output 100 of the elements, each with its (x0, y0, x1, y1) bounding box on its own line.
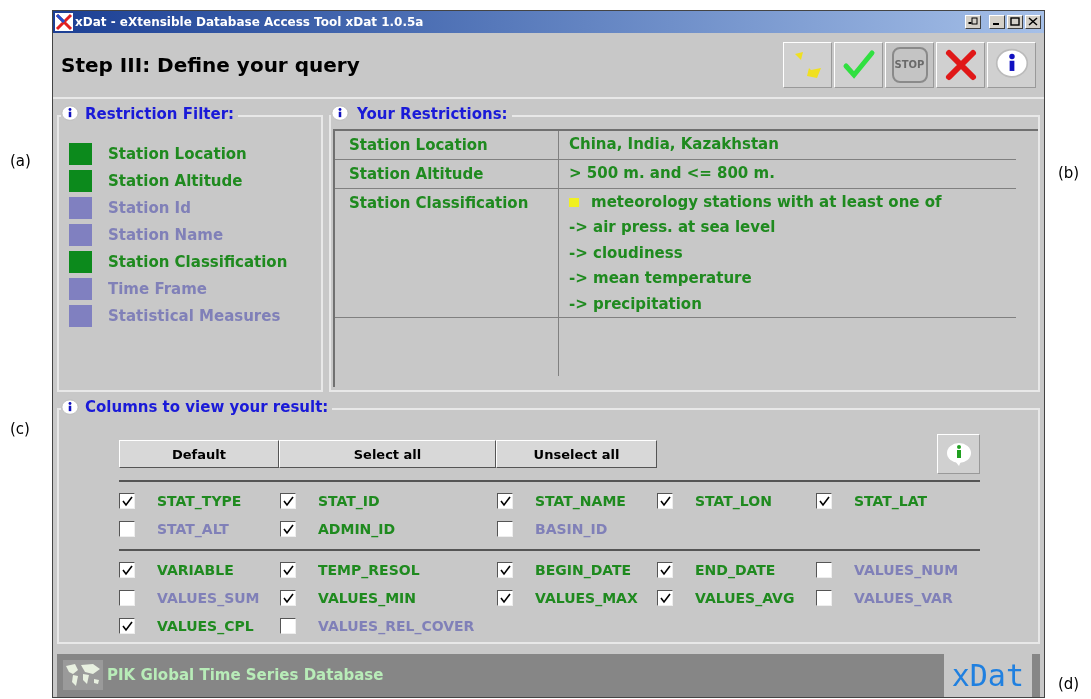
checkbox[interactable] (119, 493, 135, 510)
column-label: VALUES_SUM (157, 588, 260, 609)
checkbox[interactable] (119, 562, 135, 579)
column-label: VALUES_MIN (318, 588, 416, 609)
checkmark-icon (282, 592, 294, 604)
checkbox[interactable] (280, 618, 296, 635)
checkbox[interactable] (280, 521, 296, 538)
panel-title: Your Restrictions: (357, 103, 508, 125)
app-icon (55, 13, 73, 31)
maximize-button[interactable] (1007, 15, 1023, 29)
checkbox[interactable] (119, 590, 135, 607)
figure-label: (b) (1058, 163, 1080, 184)
column-label: VALUES_NUM (854, 560, 959, 581)
logo: xDat (943, 654, 1032, 697)
table-cell-text: -> precipitation (569, 293, 702, 315)
checkbox[interactable] (119, 521, 135, 538)
restore-icon (968, 17, 978, 27)
table-cell: Station Classification (349, 193, 529, 212)
filter-item[interactable]: Station Classification (108, 251, 288, 274)
checkbox[interactable] (657, 590, 673, 607)
column-label: END_DATE (695, 560, 776, 581)
filter-item[interactable]: Statistical Measures (108, 305, 281, 328)
column-label: VALUES_CPL (157, 616, 254, 637)
figure-label: (a) (10, 151, 31, 172)
checkbox[interactable] (816, 493, 832, 510)
checkmark-icon (818, 495, 830, 507)
window-title: xDat - eXtensible Database Access Tool xDat 1.0.5a (75, 14, 424, 31)
checkbox[interactable] (280, 493, 296, 510)
table-cell-text: meteorology stations with at least one of (591, 191, 942, 213)
checkmark-icon (499, 495, 511, 507)
column-label: BEGIN_DATE (535, 560, 632, 581)
panel-title: Columns to view your result: (85, 397, 329, 419)
table-cell: Station Location (349, 135, 488, 154)
close-icon (943, 47, 978, 82)
filter-item[interactable]: Station Location (108, 143, 247, 166)
column-label: VALUES_MAX (535, 588, 638, 609)
filter-item[interactable]: Time Frame (108, 278, 207, 301)
checkmark-icon (282, 564, 294, 576)
info-icon (61, 105, 79, 124)
table-cell-text: -> cloudiness (569, 242, 683, 264)
checkmark-icon (499, 564, 511, 576)
filter-item[interactable]: Station Id (108, 197, 191, 220)
panel-title: Restriction Filter: (85, 103, 235, 125)
column-label: STAT_TYPE (157, 491, 242, 512)
checkbox[interactable] (119, 618, 135, 635)
action-button[interactable]: Default (119, 440, 279, 469)
table-cell: Station Altitude (349, 164, 484, 183)
checkbox[interactable] (280, 590, 296, 607)
column-label: VALUES_VAR (854, 588, 953, 609)
toolbar-button[interactable] (936, 41, 985, 88)
info-icon (944, 441, 973, 468)
footer-text: PIK Global Time Series Database (107, 665, 384, 687)
world-map-icon (63, 660, 103, 691)
minimize-button[interactable] (989, 15, 1005, 29)
restore-button[interactable] (965, 15, 981, 29)
maximize-icon (1010, 17, 1020, 27)
stop-sign: STOP (891, 46, 928, 83)
info-icon (61, 398, 79, 417)
checkbox[interactable] (497, 493, 513, 510)
column-label: STAT_LON (695, 491, 772, 512)
checkmark-icon (659, 564, 671, 576)
column-label: STAT_LAT (854, 491, 928, 512)
table-cell-text: -> mean temperature (569, 268, 752, 290)
checkbox[interactable] (816, 562, 832, 579)
filter-item[interactable]: Station Name (108, 224, 224, 247)
column-label: STAT_NAME (535, 491, 626, 512)
column-label: STAT_ALT (157, 519, 229, 540)
checkmark-icon (121, 564, 133, 576)
checkbox[interactable] (497, 521, 513, 538)
checkmark-icon (499, 592, 511, 604)
figure-label: (d) (1058, 674, 1080, 695)
checkmark-icon (121, 620, 133, 632)
help-button[interactable] (937, 434, 980, 475)
checkmark-icon (282, 495, 294, 507)
column-label: BASIN_ID (535, 519, 608, 540)
checkbox[interactable] (816, 590, 832, 607)
close-icon (1028, 17, 1038, 27)
column-label: VALUES_AVG (695, 588, 795, 609)
column-label: STAT_ID (318, 491, 380, 512)
checkbox[interactable] (497, 562, 513, 579)
column-label: ADMIN_ID (318, 519, 396, 540)
checkbox[interactable] (280, 562, 296, 579)
checkbox[interactable] (657, 493, 673, 510)
checkbox[interactable] (497, 590, 513, 607)
action-button[interactable]: Select all (279, 440, 496, 469)
table-cell-text: China, India, Kazakhstan (569, 133, 779, 155)
checkbox[interactable] (657, 562, 673, 579)
table-cell-text: -> air press. at sea level (569, 217, 776, 239)
action-button[interactable]: Unselect all (496, 440, 657, 469)
info-icon (331, 105, 349, 124)
column-label: TEMP_RESOL (318, 560, 420, 581)
checkmark-icon (659, 592, 671, 604)
step-title: Step III: Define your query (61, 51, 360, 79)
checkmark-icon (282, 523, 294, 535)
toolbar-button[interactable] (987, 41, 1036, 88)
table-cell-text: > 500 m. and <= 800 m. (569, 162, 775, 184)
checkmark-icon (659, 495, 671, 507)
close-button[interactable] (1025, 15, 1041, 29)
filter-item[interactable]: Station Altitude (108, 170, 243, 193)
bullet-icon (569, 197, 579, 207)
